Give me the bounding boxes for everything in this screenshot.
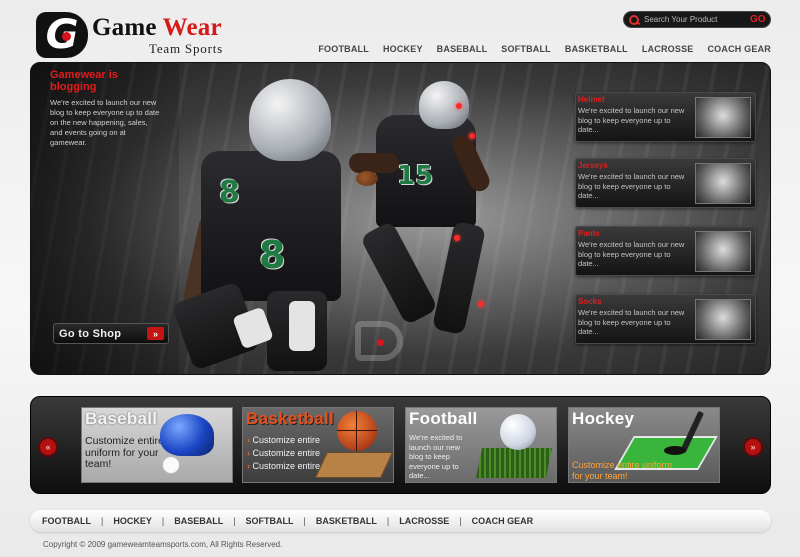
- go-to-shop-button[interactable]: Go to Shop »: [53, 323, 169, 344]
- basketball-icon: [337, 411, 377, 451]
- player-arm: [349, 153, 399, 173]
- footer-separator: |: [459, 516, 462, 526]
- top-nav-football[interactable]: FOOTBALL: [318, 44, 369, 54]
- footer-nav-lacrosse[interactable]: LACROSSE: [399, 516, 449, 526]
- hero-text: We're excited to launch our new blog to …: [50, 98, 160, 147]
- footer-nav-basketball[interactable]: BASKETBALL: [316, 516, 377, 526]
- carousel-prev-button[interactable]: «: [38, 437, 58, 457]
- helmet-thumbnail: [695, 97, 751, 138]
- category-list-item[interactable]: Customize entire: [247, 447, 321, 460]
- brand-tagline: Team Sports: [149, 41, 223, 56]
- category-football[interactable]: Football We're excited to launch our new…: [405, 407, 557, 483]
- player-glove: [289, 301, 315, 351]
- jersey-number: 15: [397, 161, 434, 191]
- pants-thumbnail: [695, 231, 751, 272]
- category-list: Customize entire Customize entire Custom…: [247, 434, 321, 473]
- top-nav-hockey[interactable]: HOCKEY: [383, 44, 423, 54]
- product-card-helmet[interactable]: Helmet We're excited to launch our new b…: [575, 92, 756, 142]
- category-basketball[interactable]: Basketball Customize entire Customize en…: [242, 407, 394, 483]
- double-arrow-icon: »: [147, 327, 164, 340]
- card-title: Socks: [578, 297, 602, 306]
- card-title: Helmet: [578, 95, 605, 104]
- hotspot-dot[interactable]: [456, 103, 462, 109]
- footer-nav: FOOTBALL | HOCKEY | BASEBALL | SOFTBALL | BA…: [30, 510, 771, 532]
- card-text: We're excited to launch our new blog to …: [578, 106, 685, 134]
- hotspot-dot[interactable]: [454, 235, 460, 241]
- top-nav-lacrosse[interactable]: LACROSSE: [642, 44, 694, 54]
- footer-separator: |: [101, 516, 104, 526]
- card-text: We're excited to launch our new blog to …: [578, 172, 685, 200]
- search-bar: GO: [623, 11, 771, 28]
- footer-separator: |: [303, 516, 306, 526]
- watermark-dot: [377, 339, 384, 346]
- copyright-text: Copyright © 2009 gameweamteamsports.com,…: [43, 540, 283, 549]
- footer-separator: |: [386, 516, 390, 526]
- footer-separator: |: [233, 516, 236, 526]
- socks-thumbnail: [695, 299, 751, 340]
- search-go-button[interactable]: GO: [750, 14, 766, 25]
- ball-icon: [500, 414, 536, 450]
- footer-nav-hockey[interactable]: HOCKEY: [113, 516, 152, 526]
- card-title: Jerseys: [578, 161, 608, 170]
- jersey-number: 8: [219, 175, 240, 210]
- brand-name-part2: Wear: [162, 14, 222, 41]
- player-jersey: [201, 151, 341, 301]
- brand-name-part1: Game: [92, 14, 157, 41]
- go-to-shop-label: Go to Shop: [59, 327, 122, 340]
- category-hockey[interactable]: Hockey Customize entire uniform for your…: [568, 407, 720, 483]
- brand-name: Game Wear: [92, 14, 222, 42]
- card-text: We're excited to launch our new blog to …: [578, 240, 685, 268]
- logo-dot: [62, 32, 71, 41]
- carousel-next-button[interactable]: »: [743, 437, 763, 457]
- product-card-jerseys[interactable]: Jerseys We're excited to launch our new …: [575, 158, 756, 208]
- hockey-puck-icon: [664, 446, 686, 455]
- top-nav-softball[interactable]: SOFTBALL: [501, 44, 551, 54]
- hero-banner: Gamewear is blogging We're excited to la…: [30, 62, 771, 375]
- hotspot-dot[interactable]: [469, 133, 475, 139]
- category-carousel: « Baseball Customize entire uniform for …: [30, 396, 771, 494]
- grass-icon: [476, 448, 552, 478]
- category-list-item[interactable]: Customize entire: [247, 434, 321, 447]
- category-baseball[interactable]: Baseball Customize entire uniform for yo…: [81, 407, 233, 483]
- product-card-pants[interactable]: Pants We're excited to launch our new bl…: [575, 226, 756, 276]
- logo-watermark: [355, 321, 403, 361]
- category-desc: Customize entire uniform for your team!: [85, 435, 164, 470]
- football-icon: [356, 171, 378, 186]
- category-name: Baseball: [85, 409, 158, 428]
- hotspot-dot[interactable]: [478, 301, 484, 307]
- footer-nav-baseball[interactable]: BASEBALL: [174, 516, 223, 526]
- basketball-court-icon: [314, 452, 393, 478]
- jersey-thumbnail: [695, 163, 751, 204]
- top-nav-basketball[interactable]: BASKETBALL: [565, 44, 628, 54]
- top-nav-baseball[interactable]: BASEBALL: [437, 44, 488, 54]
- footer-separator: |: [161, 516, 165, 526]
- category-name: Basketball: [246, 409, 335, 428]
- category-name: Football: [409, 409, 478, 428]
- player-helmet: [249, 79, 331, 161]
- hero-title: Gamewear is blogging: [50, 69, 118, 93]
- footer-nav-football[interactable]: FOOTBALL: [42, 516, 91, 526]
- category-desc: We're excited to launch our new blog to …: [409, 433, 463, 480]
- footer-nav-coach-gear[interactable]: COACH GEAR: [472, 516, 534, 526]
- search-icon[interactable]: [628, 14, 640, 26]
- category-name: Hockey: [572, 409, 635, 428]
- category-list-item[interactable]: Customize entire: [247, 460, 321, 473]
- category-desc: Customize entire uniform for your team!: [572, 460, 673, 481]
- logo-mark-icon: G: [36, 12, 88, 58]
- top-nav-coach-gear[interactable]: COACH GEAR: [707, 44, 771, 54]
- card-text: We're excited to launch our new blog to …: [578, 308, 685, 336]
- baseball-icon: [162, 456, 180, 474]
- baseball-helmet-icon: [160, 414, 214, 456]
- top-nav: FOOTBALL HOCKEY BASEBALL SOFTBALL BASKET…: [318, 44, 771, 54]
- jersey-number: 8: [259, 233, 286, 277]
- card-title: Pants: [578, 229, 600, 238]
- logo[interactable]: G Game Wear Team Sports: [36, 12, 236, 60]
- footer-nav-softball[interactable]: SOFTBALL: [246, 516, 294, 526]
- search-input[interactable]: [644, 15, 748, 24]
- product-card-socks[interactable]: Socks We're excited to launch our new bl…: [575, 294, 756, 344]
